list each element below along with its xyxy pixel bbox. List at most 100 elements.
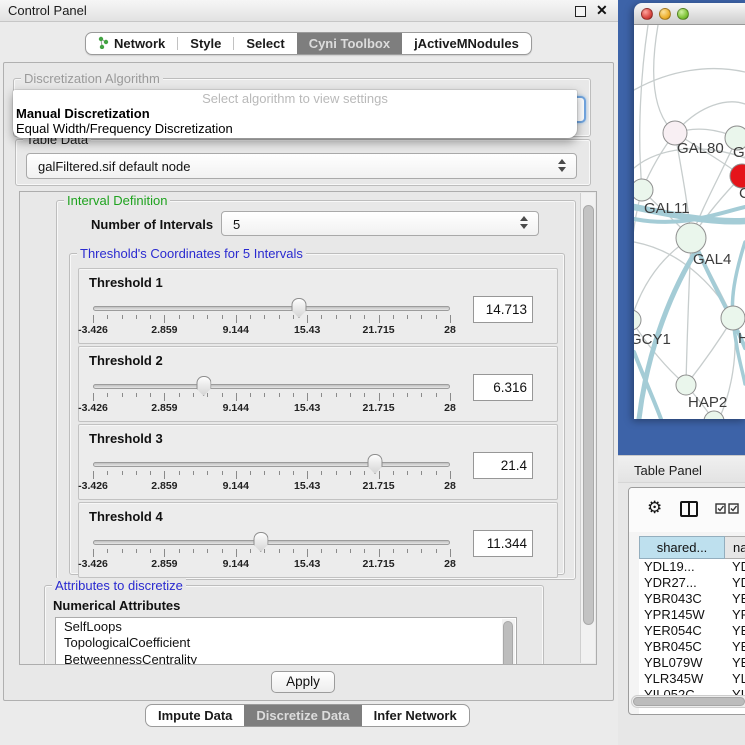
discretization-algorithm-group-title: Discretization Algorithm	[21, 71, 163, 86]
right-panel: GAL80GACGAL11GAL4GCY1HHAP2 Table Panel ⚙	[618, 0, 745, 745]
tab-select[interactable]: Select	[234, 33, 296, 54]
tab-network[interactable]: Network	[86, 33, 177, 54]
network-view-frame: GAL80GACGAL11GAL4GCY1HHAP2	[618, 0, 745, 455]
dropdown-option-manual-discretization[interactable]: Manual Discretization	[16, 106, 150, 121]
network-node[interactable]	[676, 375, 696, 395]
slider-track[interactable]	[93, 540, 450, 545]
tick-label: 28	[444, 558, 456, 570]
network-node[interactable]	[676, 223, 706, 253]
list-scrollbar[interactable]	[502, 619, 515, 665]
tick-label: 21.715	[363, 402, 395, 414]
table-row[interactable]: YBR045CYBR0	[639, 639, 745, 655]
column-checkbox-icons[interactable]	[715, 503, 739, 514]
network-node-label: GA	[733, 144, 745, 161]
network-canvas[interactable]: GAL80GACGAL11GAL4GCY1HHAP2	[634, 25, 745, 419]
number-of-intervals-label: Number of Intervals	[91, 217, 213, 232]
tab-infer-network[interactable]: Infer Network	[362, 705, 469, 726]
float-window-icon[interactable]	[575, 6, 586, 17]
cell[interactable]: YDR2	[725, 575, 745, 591]
network-node-label: H	[738, 330, 745, 347]
zoom-light-icon[interactable]	[677, 8, 689, 20]
combo-spinner-icon	[558, 159, 567, 172]
minimize-light-icon[interactable]	[659, 8, 671, 20]
cell[interactable]: YPR145W	[639, 607, 725, 623]
cell[interactable]: YPR1	[725, 607, 745, 623]
slider-track[interactable]	[93, 384, 450, 389]
threshold-value-field[interactable]: 6.316	[473, 374, 533, 401]
cell[interactable]: YLR345W	[639, 671, 725, 687]
table-row[interactable]: YDR27...YDR2	[639, 575, 745, 591]
apply-button[interactable]: Apply	[271, 671, 335, 693]
cell[interactable]: YBR045C	[639, 639, 725, 655]
threshold-value-field[interactable]: 14.713	[473, 296, 533, 323]
network-node-label: C	[739, 185, 745, 202]
network-node[interactable]	[721, 306, 745, 330]
table-horizontal-scrollbar[interactable]	[631, 695, 745, 708]
slider-tick-labels: -3.426 2.859 9.144 15.43 21.715 28	[93, 480, 450, 493]
cell[interactable]: YBR0	[725, 639, 745, 655]
tab-style[interactable]: Style	[178, 33, 233, 54]
tab-style-label: Style	[190, 36, 221, 51]
cell[interactable]: YBR0	[725, 591, 745, 607]
cell[interactable]: YBL0	[725, 655, 745, 671]
network-node[interactable]	[704, 411, 724, 419]
tab-jactivemnodules[interactable]: jActiveMNodules	[402, 33, 531, 54]
cell[interactable]: YBR043C	[639, 591, 725, 607]
cell[interactable]: YLR3	[725, 671, 745, 687]
cell[interactable]: YDL19...	[639, 559, 725, 575]
threshold-label: Threshold 4	[89, 509, 163, 524]
tab-impute-data[interactable]: Impute Data	[146, 705, 244, 726]
close-light-icon[interactable]	[641, 8, 653, 20]
cell[interactable]: YDL1	[725, 559, 745, 575]
gear-icon[interactable]: ⚙	[647, 498, 662, 518]
threshold-panel: Threshold 1 -3.426 2.859 9.144 15.43	[78, 268, 558, 344]
cell[interactable]: YER054C	[639, 623, 725, 639]
table-row[interactable]: YBR043CYBR0	[639, 591, 745, 607]
tab-cyni-toolbox[interactable]: Cyni Toolbox	[297, 33, 402, 54]
threshold-value-field[interactable]: 11.344	[473, 530, 533, 557]
close-icon[interactable]: ✕	[596, 2, 608, 19]
checkbox-icon[interactable]	[715, 503, 726, 514]
number-of-intervals-combo[interactable]: 5	[221, 211, 539, 236]
tick-label: 28	[444, 324, 456, 336]
dropdown-option-equal-width-frequency[interactable]: Equal Width/Frequency Discretization	[16, 121, 233, 136]
tick-label: 15.43	[294, 480, 320, 492]
interval-definition-group: Interval Definition Number of Intervals …	[56, 200, 576, 580]
split-view-icon[interactable]	[680, 501, 698, 517]
network-node[interactable]	[634, 179, 653, 201]
list-item[interactable]: SelfLoops	[56, 618, 516, 635]
tick-label: 15.43	[294, 324, 320, 336]
slider-track[interactable]	[93, 462, 450, 467]
tick-label: 21.715	[363, 558, 395, 570]
control-panel-titlebar: Control Panel ✕	[0, 0, 618, 22]
table-toolbar: ⚙	[629, 488, 745, 532]
network-window[interactable]: GAL80GACGAL11GAL4GCY1HHAP2	[634, 3, 745, 419]
cell[interactable]: YER0	[725, 623, 745, 639]
table-row[interactable]: YLR345WYLR3	[639, 671, 745, 687]
scrollbar-thumb[interactable]	[583, 205, 594, 625]
tab-discretize-data[interactable]: Discretize Data	[244, 705, 361, 726]
slider-track[interactable]	[93, 306, 450, 311]
table-row[interactable]: YPR145WYPR1	[639, 607, 745, 623]
table-row[interactable]: YDL19...YDL1	[639, 559, 745, 575]
table-row[interactable]: YBL079WYBL0	[639, 655, 745, 671]
network-node[interactable]	[634, 310, 641, 330]
tick-label: 15.43	[294, 558, 320, 570]
column-header-name[interactable]: na	[725, 536, 745, 559]
checkbox-icon[interactable]	[728, 503, 739, 514]
slider-ticks	[93, 549, 450, 558]
table-data-group: Table Data galFiltered.sif default node	[15, 139, 591, 186]
network-node-label: GAL80	[677, 140, 724, 157]
cell[interactable]: YBL079W	[639, 655, 725, 671]
threshold-value-field[interactable]: 21.4	[473, 452, 533, 479]
scrollbar-thumb[interactable]	[633, 697, 745, 706]
control-panel-title: Control Panel	[8, 3, 87, 18]
list-item[interactable]: TopologicalCoefficient	[56, 635, 516, 652]
list-item[interactable]: BetweennessCentrality	[56, 651, 516, 665]
cell[interactable]: YDR27...	[639, 575, 725, 591]
table-row[interactable]: YER054CYER0	[639, 623, 745, 639]
settings-vertical-scrollbar[interactable]	[580, 193, 595, 663]
table-data-combo[interactable]: galFiltered.sif default node	[26, 153, 577, 179]
column-header-shared-name[interactable]: shared...	[639, 536, 725, 559]
tab-discretize-data-label: Discretize Data	[256, 708, 349, 723]
